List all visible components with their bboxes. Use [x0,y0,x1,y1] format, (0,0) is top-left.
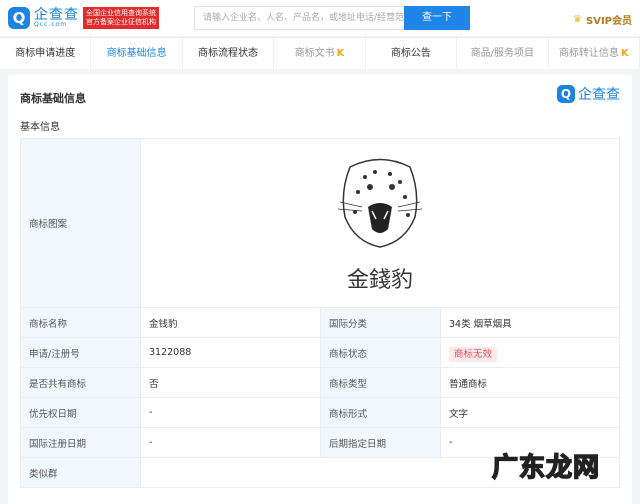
label: 商标形式 [320,397,441,428]
corner-logo: Q 企查查 [557,84,620,104]
tab-basic-info[interactable]: 商标基础信息 [91,38,183,69]
table-row: 商标图案 金錢豹 [20,138,620,308]
tab-label: 商品/服务项目 [470,48,534,59]
svip-label: SVIP会员 [586,16,632,27]
trademark-image-cell: 金錢豹 [140,138,620,308]
tab-goods-services[interactable]: 商品/服务项目 [457,38,549,69]
header: Q 企查查 Qcc.com 全国企业信用查询系统 官方备案企业征信机构 请输入企业名… [0,0,640,36]
table-row: 申请/注册号 3122088 商标状态 商标无效 [20,337,620,368]
vip-crown-icon: ♛ [573,14,582,25]
label: 商标状态 [320,337,441,368]
value: - [140,397,321,428]
page-title: 商标基础信息 [20,92,86,105]
trademark-info-table: 商标图案 金錢豹 商标名称 金钱豹 国际分类 34类 烟草烟具 申请/注册号 31220… [20,138,620,488]
label: 商标类型 [320,367,441,398]
value: 否 [140,367,321,398]
tab-label: 商标基础信息 [106,48,167,59]
label: 类似群 [20,457,141,488]
badge-line2: 官方备案企业征信机构 [86,18,156,26]
value: 文字 [440,397,620,428]
trademark-text: 金錢豹 [347,268,413,293]
label: 优先权日期 [20,397,141,428]
logo-icon: Q [8,7,30,29]
corner-logo-text: 企查查 [578,87,620,103]
section-title: 基本信息 [20,122,60,133]
status-badge: 商标无效 [449,346,498,362]
logo-icon: Q [557,85,575,103]
search-input[interactable]: 请输入企业名、人名、产品名，或地址电话/经营范围等 [194,6,404,30]
label: 申请/注册号 [20,337,141,368]
logo[interactable]: Q 企查查 Qcc.com 全国企业信用查询系统 官方备案企业征信机构 [8,7,159,29]
value: 34类 烟草烟具 [440,307,620,338]
vip-icon: K [336,48,345,59]
label: 国际分类 [320,307,441,338]
nav-tabs: 商标申请进度 商标基础信息 商标流程状态 商标文书 K 商标公告 商品/服务项目 … [0,37,640,69]
value: 3122088 [140,337,321,368]
tab-label: 商标文书 [294,48,335,59]
tab-process-status[interactable]: 商标流程状态 [183,38,275,69]
label: 商标名称 [20,307,141,338]
label: 国际注册日期 [20,427,141,458]
tab-label: 商标转让信息 [558,48,619,59]
tab-label: 商标流程状态 [198,48,259,59]
table-row: 商标名称 金钱豹 国际分类 34类 烟草烟具 [20,307,620,338]
badge-line1: 全国企业信用查询系统 [86,9,156,17]
tab-label: 商标申请进度 [15,48,76,59]
value: 普通商标 [440,367,620,398]
tab-documents[interactable]: 商标文书 K [274,38,366,69]
tab-transfer-info[interactable]: 商标转让信息 K [549,38,640,69]
value: - [140,427,321,458]
search-button[interactable]: 查一下 [404,6,470,30]
label: 后期指定日期 [320,427,441,458]
logo-cn: 企查查 [34,7,79,23]
tab-announcements[interactable]: 商标公告 [366,38,458,69]
table-row: 是否共有商标否商标类型 普通商标 [20,367,620,398]
svip-link[interactable]: ♛ SVIP会员 [573,12,632,27]
label: 商标图案 [20,138,141,308]
leopard-trademark-image: 金錢豹 [337,158,423,293]
official-badge: 全国企业信用查询系统 官方备案企业征信机构 [83,7,159,29]
status-cell: 商标无效 [440,337,620,368]
watermark: 广东龙网 [491,452,600,484]
value: 金钱豹 [140,307,321,338]
tab-application-progress[interactable]: 商标申请进度 [0,38,92,69]
label: 是否共有商标 [20,367,141,398]
content-panel: 商标基础信息 Q 企查查 基本信息 商标图案 金錢豹 商标名称 金钱豹 国际分类 34类… [8,74,632,504]
table-row: 优先权日期 - 商标形式 文字 [20,397,620,428]
tab-label: 商标公告 [390,48,431,59]
vip-icon: K [620,48,629,59]
